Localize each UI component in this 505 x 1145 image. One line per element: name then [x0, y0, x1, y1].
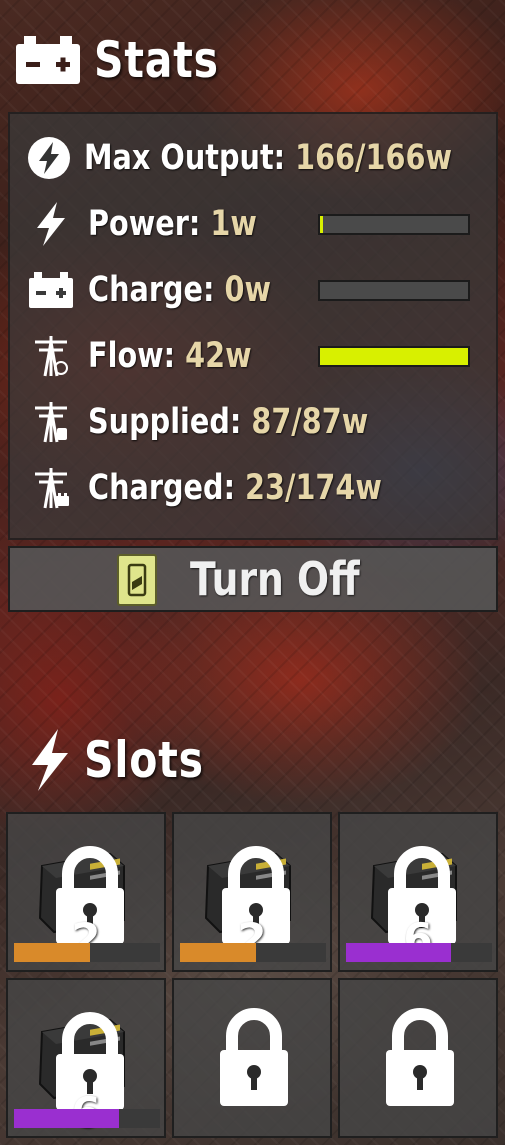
pylon-supplied-icon	[35, 402, 67, 443]
flow-bar-fill	[320, 347, 468, 365]
power-bar	[318, 213, 470, 235]
lock-icon	[220, 1008, 288, 1106]
stat-row-power: Power: 1w	[10, 196, 496, 252]
battery-icon	[29, 272, 73, 308]
charge-value: 0w	[224, 270, 271, 310]
slot-5[interactable]	[172, 978, 332, 1138]
switch-icon	[117, 554, 157, 606]
lightning-icon	[37, 202, 65, 246]
power-circle-icon	[28, 137, 70, 179]
lock-icon	[386, 1008, 454, 1106]
supplied-value: 87/87w	[251, 402, 369, 442]
stat-row-max-output: Max Output: 166/166w	[10, 130, 496, 186]
stats-title: Stats	[94, 31, 219, 89]
power-value: 1w	[210, 204, 257, 244]
slot-3[interactable]: 6	[338, 812, 498, 972]
slots-title: Slots	[84, 731, 204, 789]
slots-grid: 2 2 6	[6, 812, 500, 1138]
durability-bar-fill	[14, 943, 90, 962]
max-output-label: Max Output:	[84, 138, 296, 178]
turn-off-button[interactable]: Turn Off	[8, 546, 498, 612]
durability-bar	[14, 1109, 160, 1128]
stats-panel: Max Output: 166/166w Power: 1w Charge: 0…	[8, 112, 498, 540]
stat-row-flow: Flow: 42w	[10, 328, 496, 384]
power-label: Power:	[88, 204, 211, 244]
stat-row-charged: Charged: 23/174w	[10, 460, 496, 516]
durability-bar-fill	[180, 943, 256, 962]
durability-bar	[180, 943, 326, 962]
slot-1[interactable]: 2	[6, 812, 166, 972]
charge-label: Charge:	[88, 270, 225, 310]
durability-bar-fill	[14, 1109, 120, 1128]
slot-4[interactable]: 6	[6, 978, 166, 1138]
stat-row-charge: Charge: 0w	[10, 262, 496, 318]
slot-2[interactable]: 2	[172, 812, 332, 972]
slots-header: Slots	[26, 729, 230, 791]
pylon-charged-icon	[35, 468, 69, 509]
flow-value: 42w	[185, 336, 252, 376]
max-output-value: 166/166w	[295, 138, 452, 178]
flow-label: Flow:	[88, 336, 186, 376]
slot-6[interactable]	[338, 978, 498, 1138]
lightning-icon	[32, 729, 68, 791]
durability-bar-fill	[346, 943, 452, 962]
supplied-label: Supplied:	[88, 402, 252, 442]
power-bar-fill	[320, 215, 323, 233]
durability-bar	[346, 943, 492, 962]
charge-bar	[318, 279, 470, 301]
charged-value: 23/174w	[245, 468, 382, 508]
charged-label: Charged:	[88, 468, 246, 508]
stat-row-supplied: Supplied: 87/87w	[10, 394, 496, 450]
battery-icon	[16, 36, 80, 84]
flow-bar	[318, 345, 470, 367]
stats-header: Stats	[14, 30, 246, 90]
durability-bar	[14, 943, 160, 962]
pylon-flow-icon	[35, 336, 68, 377]
turn-off-label: Turn Off	[190, 552, 360, 606]
